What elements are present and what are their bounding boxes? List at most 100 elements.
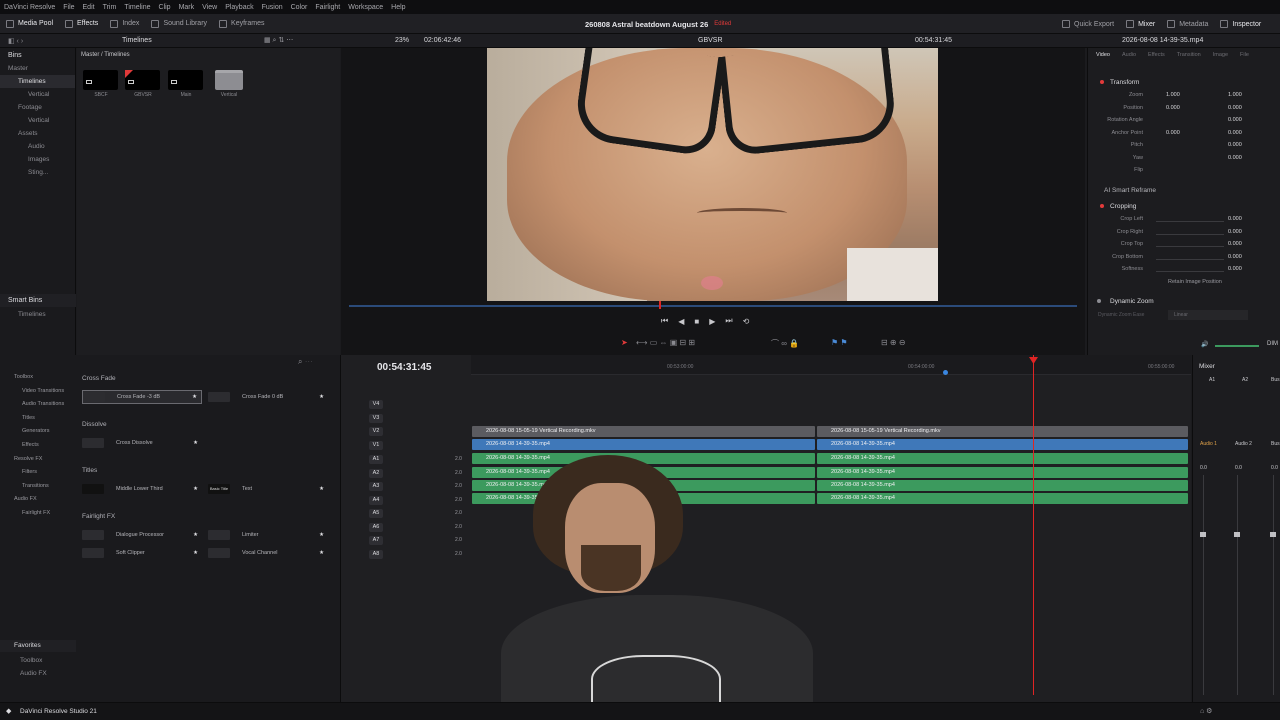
effects-tree-item[interactable]: Toolbox — [14, 374, 33, 380]
transform-section-header[interactable]: Transform — [1088, 75, 1280, 89]
transform-x-value[interactable]: 0.000 — [1166, 130, 1180, 136]
transform-x-value[interactable]: 1.000 — [1166, 92, 1180, 98]
bin-item[interactable]: Master — [0, 62, 75, 75]
favorite-toolbox[interactable]: Toolbox — [0, 654, 76, 667]
tab-video[interactable]: Video — [1096, 52, 1110, 58]
effects-tree-item[interactable]: Effects — [22, 442, 39, 448]
audio-track-header[interactable]: A1 2.0 — [341, 453, 471, 466]
clip-v1-2[interactable]: 2026-08-08 14-39-35.mp4 — [817, 439, 1188, 450]
loop-icon[interactable]: ⟲ — [743, 317, 750, 326]
snapping-icon[interactable]: ⌒ ∞ 🔒 — [771, 338, 799, 349]
inspector-button[interactable]: Inspector — [1214, 14, 1267, 34]
video-track-header[interactable]: V3 — [341, 412, 471, 425]
favorite-audio-fx[interactable]: Audio FX — [0, 667, 76, 680]
star-icon[interactable]: ★ — [193, 550, 198, 556]
timeline-marker[interactable] — [943, 370, 948, 375]
play-reverse-icon[interactable]: ◀ — [678, 317, 684, 326]
crop-slider[interactable] — [1156, 271, 1224, 272]
menu-workspace[interactable]: Workspace — [348, 4, 383, 11]
crop-value[interactable]: 0.000 — [1228, 241, 1242, 247]
flag-icon[interactable]: ⚑ ⚑ — [831, 338, 848, 347]
viewer-playhead[interactable] — [659, 301, 661, 309]
transform-y-value[interactable]: 1.000 — [1228, 92, 1242, 98]
video-track-header[interactable]: V4 — [341, 398, 471, 411]
dynamic-zoom-section-header[interactable]: Dynamic Zoom — [1088, 294, 1280, 308]
clip-v2-2[interactable]: 2026-08-08 15-05-19 Vertical Recording.m… — [817, 426, 1188, 437]
clip-a1-2[interactable]: 2026-08-08 14-39-35.mp4 — [817, 453, 1188, 464]
tab-audio[interactable]: Audio — [1122, 52, 1136, 58]
tab-file[interactable]: File — [1240, 52, 1249, 58]
menu-help[interactable]: Help — [391, 4, 405, 11]
volume-slider[interactable] — [1215, 345, 1259, 347]
transform-y-value[interactable]: 0.000 — [1228, 155, 1242, 161]
effects-tree-item[interactable]: Transitions — [22, 483, 49, 489]
menu-fairlight[interactable]: Fairlight — [315, 4, 340, 11]
menu-view[interactable]: View — [202, 4, 217, 11]
effects-tree-item[interactable]: Generators — [22, 428, 50, 434]
clip-v2-1[interactable]: 2026-08-08 15-05-19 Vertical Recording.m… — [472, 426, 815, 437]
transform-y-value[interactable]: 0.000 — [1228, 130, 1242, 136]
media-pool-button[interactable]: Media Pool — [0, 14, 59, 34]
effect-cross-dissolve[interactable]: Cross Dissolve ★ — [82, 436, 202, 450]
bin-item[interactable]: Timelines — [0, 75, 75, 88]
menu-clip[interactable]: Clip — [159, 4, 171, 11]
fader-knob-bus[interactable] — [1270, 532, 1276, 537]
menu-timeline[interactable]: Timeline — [124, 4, 150, 11]
speaker-icon[interactable]: 🔊 — [1201, 342, 1208, 348]
trim-tool-icon[interactable]: ⟷ ▭ ⇔ ▣ ⊟ ⊞ — [636, 338, 695, 347]
crop-value[interactable]: 0.000 — [1228, 254, 1242, 260]
transform-y-value[interactable]: 0.000 — [1228, 105, 1242, 111]
star-icon[interactable]: ★ — [193, 486, 198, 492]
selection-tool-icon[interactable]: ➤ — [621, 338, 628, 347]
star-icon[interactable]: ★ — [319, 550, 324, 556]
bin-item[interactable]: Images — [0, 153, 75, 166]
crop-value[interactable]: 0.000 — [1228, 216, 1242, 222]
effects-tree-item[interactable]: Fairlight FX — [22, 510, 50, 516]
bin-item[interactable]: Sting... — [0, 166, 75, 179]
star-icon[interactable]: ★ — [192, 394, 197, 400]
tab-effects[interactable]: Effects — [1148, 52, 1165, 58]
dim-button[interactable]: DIM — [1267, 341, 1278, 347]
video-frame[interactable] — [487, 48, 938, 301]
timeline-thumb-main[interactable] — [168, 70, 203, 90]
clip-v1-1[interactable]: 2026-08-08 14-39-35.mp4 — [472, 439, 815, 450]
clip-a4-2[interactable]: 2026-08-08 14-39-35.mp4 — [817, 493, 1188, 504]
timeline-playhead[interactable] — [1033, 355, 1034, 695]
view-toggle-icon[interactable]: ▦ ⌕ ⇅ ⋯ — [264, 36, 293, 45]
menu-fusion[interactable]: Fusion — [262, 4, 283, 11]
clip-a3-2[interactable]: 2026-08-08 14-39-35.mp4 — [817, 480, 1188, 491]
ai-smart-reframe-header[interactable]: AI Smart Reframe — [1088, 183, 1280, 197]
timeline-thumb-sbcf[interactable] — [83, 70, 118, 90]
timeline-ruler[interactable]: 00:53:00:00 00:54:00:00 00:55:00:00 — [471, 355, 1191, 375]
effect-middle-lower-third[interactable]: Middle Lower Third ★ — [82, 482, 202, 496]
effects-tree-item[interactable]: Resolve FX — [14, 456, 42, 462]
audio-track-header[interactable]: A5 2.0 — [341, 507, 471, 520]
viewer-title[interactable]: GBVSR — [698, 37, 723, 44]
index-button[interactable]: Index — [104, 14, 145, 34]
star-icon[interactable]: ★ — [319, 394, 324, 400]
folder-vertical[interactable] — [215, 70, 243, 90]
effects-tree-item[interactable]: Video Transitions — [22, 388, 64, 394]
quick-export-button[interactable]: Quick Export — [1056, 14, 1120, 34]
bin-item[interactable]: Vertical — [0, 114, 75, 127]
effects-tree-item[interactable]: Audio Transitions — [22, 401, 64, 407]
star-icon[interactable]: ★ — [193, 440, 198, 446]
bin-item[interactable]: Vertical — [0, 88, 75, 101]
home-settings-icons[interactable]: ⌂ ⚙ — [1200, 707, 1212, 715]
stop-icon[interactable]: ■ — [694, 317, 699, 326]
zoom-tools-icon[interactable]: ⊟ ⊕ ⊖ — [881, 338, 906, 347]
play-icon[interactable]: ▶ — [709, 317, 715, 326]
audio-track-header[interactable]: A2 2.0 — [341, 467, 471, 480]
audio-track-header[interactable]: A6 2.0 — [341, 521, 471, 534]
fader-knob-1[interactable] — [1200, 532, 1206, 537]
viewer-zoom[interactable]: 23% — [395, 37, 409, 44]
retain-image-position[interactable]: Retain Image Position — [1168, 279, 1222, 285]
fader-knob-2[interactable] — [1234, 532, 1240, 537]
video-track-header[interactable]: V2 — [341, 425, 471, 438]
effects-search-icon[interactable]: ⌕ ⋯ — [298, 357, 313, 367]
viewer-scrubber[interactable] — [349, 305, 1077, 307]
menu-playback[interactable]: Playback — [225, 4, 253, 11]
effects-tree-item[interactable]: Filters — [22, 469, 37, 475]
timeline-timecode[interactable]: 00:54:31:45 — [377, 362, 431, 373]
nav-arrows-icon[interactable]: ◧ ‹ › — [8, 37, 23, 45]
